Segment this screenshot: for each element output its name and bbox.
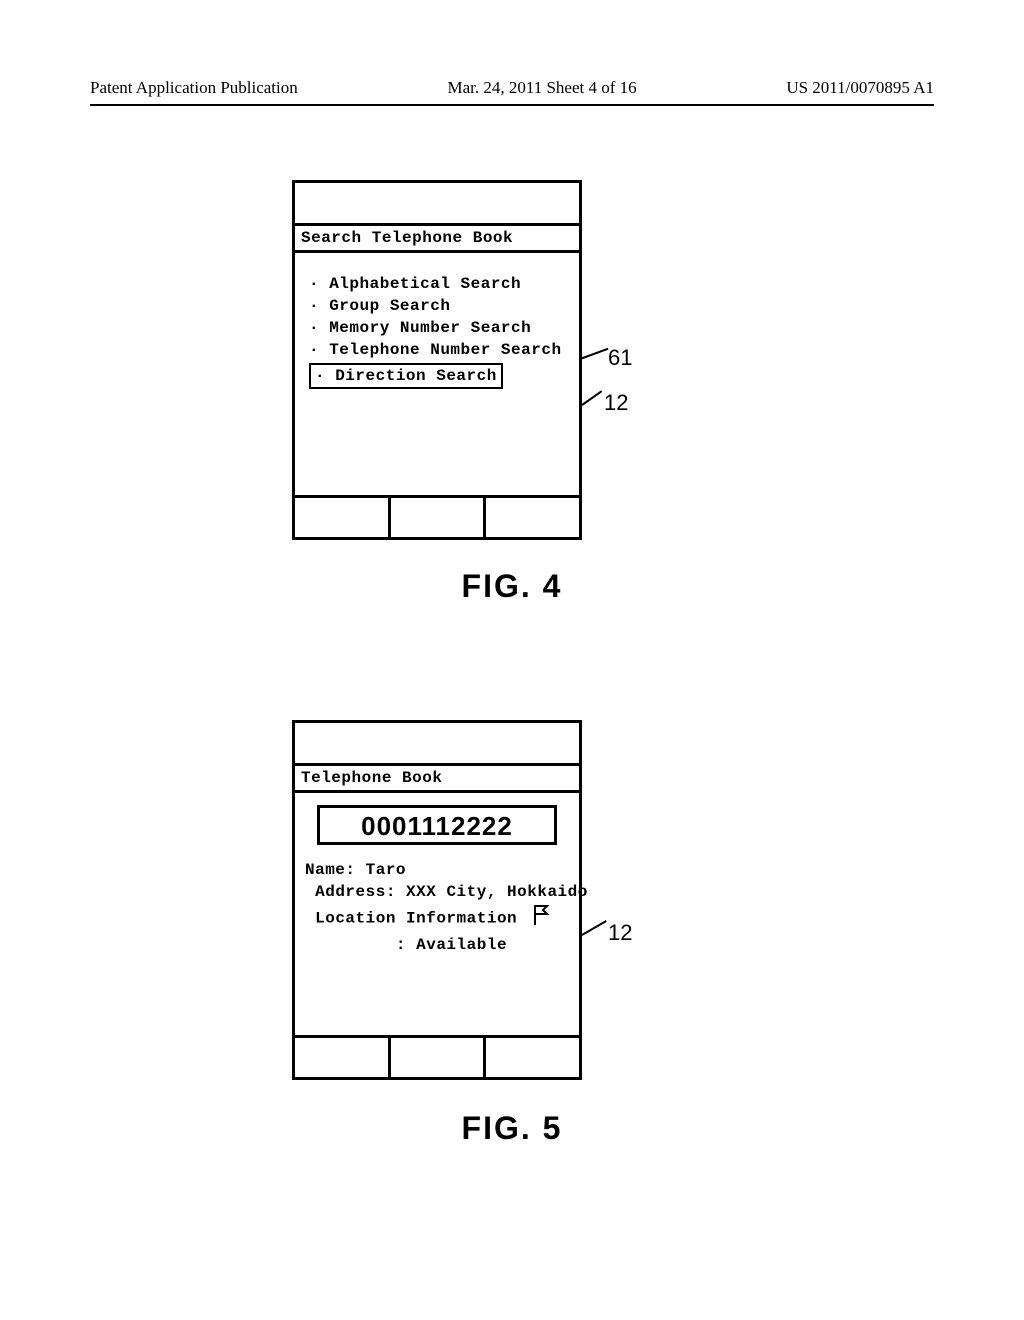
menu-item-alphabetical-search[interactable]: · Alphabetical Search xyxy=(309,273,562,295)
softkey-divider xyxy=(388,1038,391,1079)
header-publication: Patent Application Publication xyxy=(90,78,298,98)
menu-item-label: Direction Search xyxy=(335,367,497,385)
header-pub-number: US 2011/0070895 A1 xyxy=(786,78,934,98)
callout-label-12: 12 xyxy=(604,390,628,416)
softkey-divider xyxy=(388,498,391,539)
flag-icon xyxy=(531,903,551,934)
callout-leader-12 xyxy=(581,390,602,405)
contact-address-row: Address: XXX City, Hokkaido xyxy=(305,881,573,903)
contact-name-row: Name: Taro xyxy=(305,859,573,881)
callout-leader-61 xyxy=(580,348,609,360)
fig5-device-screen: Telephone Book 0001112222 Name: Taro Add… xyxy=(292,720,582,1080)
phone-number-display: 0001112222 xyxy=(317,805,557,845)
callout-leader-12 xyxy=(582,920,607,936)
fig4-search-menu: · Alphabetical Search · Group Search · M… xyxy=(309,273,562,389)
fig4-device-screen: Search Telephone Book · Alphabetical Sea… xyxy=(292,180,582,540)
header-date-sheet: Mar. 24, 2011 Sheet 4 of 16 xyxy=(447,78,636,98)
menu-item-label: Group Search xyxy=(329,297,450,315)
address-label: Address: xyxy=(315,883,396,901)
location-info-value: : Available xyxy=(396,936,507,954)
menu-item-memory-number-search[interactable]: · Memory Number Search xyxy=(309,317,562,339)
location-info-label: Location Information xyxy=(315,910,517,928)
menu-item-direction-search-selected[interactable]: · Direction Search xyxy=(309,363,503,389)
softkey-divider xyxy=(483,1038,486,1079)
name-label: Name: xyxy=(305,861,356,879)
header-rule xyxy=(90,104,934,106)
menu-item-telephone-number-search[interactable]: · Telephone Number Search xyxy=(309,339,562,361)
page-header: Patent Application Publication Mar. 24, … xyxy=(90,78,934,98)
contact-location-value-row: : Available xyxy=(305,934,573,956)
fig4-screen-title: Search Telephone Book xyxy=(293,223,581,253)
callout-label-61: 61 xyxy=(608,345,632,371)
address-value: XXX City, Hokkaido xyxy=(406,883,588,901)
menu-item-label: Memory Number Search xyxy=(329,319,531,337)
softkey-divider xyxy=(483,498,486,539)
fig5-screen-title: Telephone Book xyxy=(293,763,581,793)
contact-details: Name: Taro Address: XXX City, Hokkaido L… xyxy=(305,859,573,956)
fig4-caption: FIG. 4 xyxy=(0,568,1024,605)
fig4-softkey-bar xyxy=(293,495,581,539)
name-value: Taro xyxy=(366,861,406,879)
menu-item-label: Telephone Number Search xyxy=(329,341,561,359)
menu-item-group-search[interactable]: · Group Search xyxy=(309,295,562,317)
menu-item-label: Alphabetical Search xyxy=(329,275,521,293)
fig5-caption: FIG. 5 xyxy=(0,1110,1024,1147)
callout-label-12: 12 xyxy=(608,920,632,946)
contact-location-label-row: Location Information xyxy=(305,903,573,934)
fig5-softkey-bar xyxy=(293,1035,581,1079)
